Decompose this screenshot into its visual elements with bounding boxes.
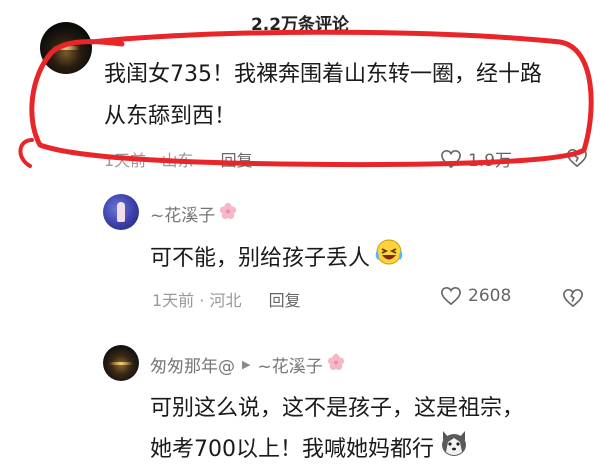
- comment-text-line-1: 我闺女735！我裸奔围着山东转一圈，经十路: [104, 62, 542, 87]
- comment-time: 1天前: [104, 151, 147, 170]
- avatar[interactable]: [40, 22, 92, 74]
- comment-text-line-2: 从东舔到西！: [104, 104, 237, 129]
- meta-separator: ·: [199, 291, 210, 310]
- like-count: 2608: [468, 286, 512, 306]
- heart-icon: [440, 149, 462, 169]
- play-arrow-icon: ▶: [242, 358, 251, 371]
- reply-button[interactable]: 回复: [221, 151, 253, 170]
- comments-header-title: 2.2万条评论: [250, 15, 350, 35]
- reply-text: 可不能，别给孩子丢人: [150, 238, 404, 279]
- comment-meta: 1天前 · 山东 回复: [104, 147, 253, 171]
- flower-icon: [219, 202, 237, 225]
- reply-time: 1天前: [152, 291, 195, 310]
- dislike-icon[interactable]: [566, 148, 588, 168]
- like-count: 1.9万: [468, 151, 513, 171]
- reply-to-username[interactable]: ~花溪子: [257, 352, 322, 377]
- reply-text-line-1: 可别这么说，这不是孩子，这是祖宗，: [150, 396, 525, 421]
- reply-meta: 1天前 · 河北 回复: [152, 287, 301, 311]
- husky-emoji-icon: [438, 428, 470, 471]
- dislike-icon[interactable]: [562, 288, 584, 308]
- avatar[interactable]: [103, 194, 139, 230]
- flower-icon: [327, 353, 345, 376]
- avatar[interactable]: [103, 345, 139, 381]
- laughing-crying-emoji-icon: [374, 238, 404, 279]
- meta-separator: ·: [151, 151, 162, 170]
- reply-button[interactable]: 回复: [269, 291, 301, 310]
- reply-username[interactable]: ~花溪子: [150, 201, 237, 226]
- reply-username[interactable]: 匆匆那年@ ▶ ~花溪子: [150, 352, 345, 377]
- reply-location: 河北: [209, 291, 242, 310]
- reply-text-line-2: 她考700以上！我喊她妈都行: [150, 428, 470, 471]
- like-button[interactable]: 2608: [440, 286, 511, 306]
- comment-location: 山东: [161, 151, 194, 170]
- heart-icon: [440, 286, 462, 306]
- like-button[interactable]: 1.9万: [440, 146, 512, 171]
